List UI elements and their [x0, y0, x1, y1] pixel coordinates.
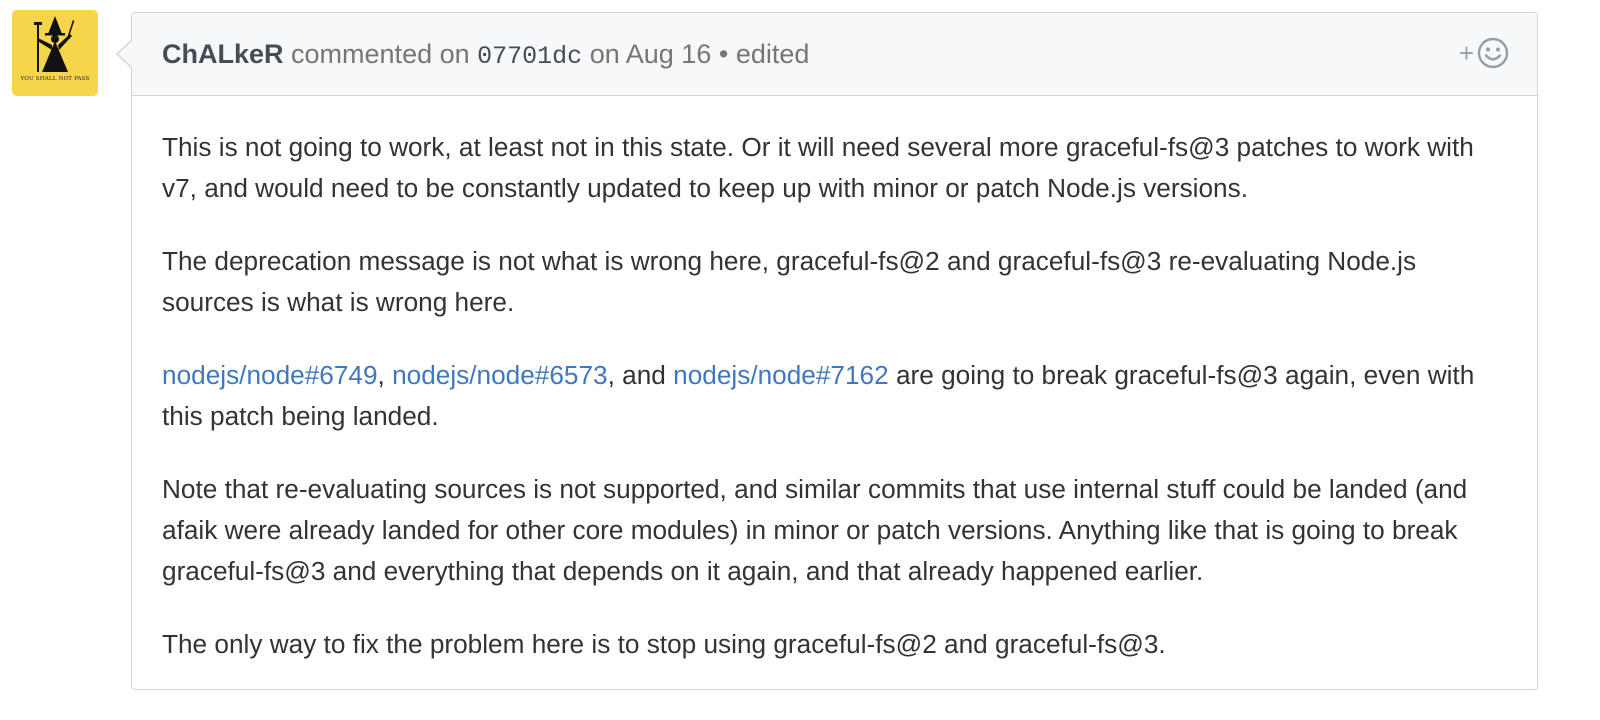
p3-separator-2: , and	[607, 360, 674, 390]
comment-body: This is not going to work, at least not …	[132, 96, 1537, 665]
comment-box: ChALkeR commented on 07701dc on Aug 16 •…	[116, 12, 1538, 690]
paragraph-5: The only way to fix the problem here is …	[162, 629, 1166, 659]
commented-text: commented on	[291, 39, 470, 69]
issue-link-6573[interactable]: nodejs/node#6573	[392, 360, 608, 390]
avatar-caption: YOU SHALL NOT PASS	[20, 76, 90, 82]
avatar[interactable]: YOU SHALL NOT PASS	[12, 10, 98, 96]
add-reaction-button[interactable]: +	[1459, 37, 1509, 69]
comment-date-link[interactable]: Aug 16	[626, 39, 712, 69]
issue-link-7162[interactable]: nodejs/node#7162	[673, 360, 889, 390]
comment-meta: ChALkeR commented on 07701dc on Aug 16 •…	[162, 38, 809, 73]
paragraph-2: The deprecation message is not what is w…	[162, 246, 1417, 317]
paragraph-3: nodejs/node#6749, nodejs/node#6573, and …	[162, 355, 1507, 437]
on-text: on	[589, 39, 620, 69]
edited-dropdown[interactable]: edited	[736, 39, 810, 69]
plus-icon: +	[1458, 38, 1474, 68]
author-link[interactable]: ChALkeR	[162, 39, 284, 69]
comment-header: ChALkeR commented on 07701dc on Aug 16 •…	[132, 13, 1537, 96]
commit-sha-link[interactable]: 07701dc	[477, 42, 582, 71]
paragraph-1: This is not going to work, at least not …	[162, 132, 1474, 203]
smiley-icon	[1477, 37, 1509, 69]
separator-dot: •	[718, 39, 729, 69]
wizard-silhouette-icon	[34, 16, 75, 72]
issue-link-6749[interactable]: nodejs/node#6749	[162, 360, 378, 390]
p3-separator-1: ,	[377, 360, 393, 390]
paragraph-4: Note that re-evaluating sources is not s…	[162, 474, 1468, 586]
